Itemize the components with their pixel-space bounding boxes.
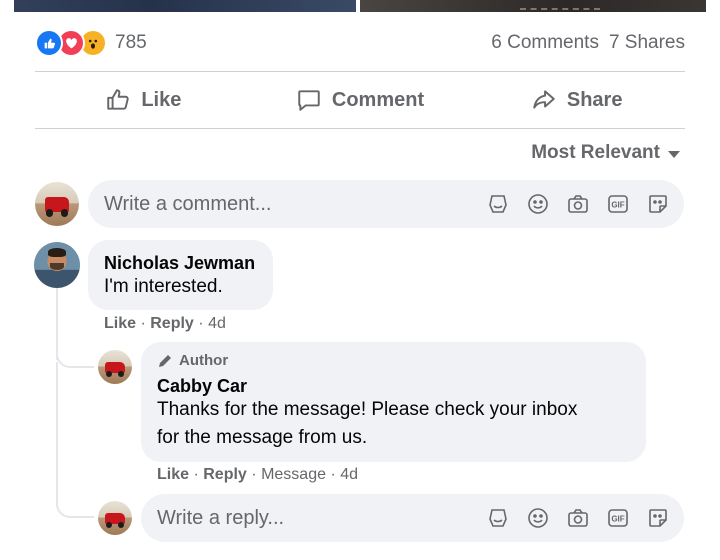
share-button[interactable]: Share xyxy=(468,74,685,126)
speech-bubble-icon xyxy=(298,90,320,111)
reactions-summary: 785 6 Comments 7 Shares xyxy=(35,28,685,58)
svg-text:GIF: GIF xyxy=(611,515,624,524)
shares-count-link[interactable]: 7 Shares xyxy=(609,32,685,54)
divider-bottom xyxy=(35,128,685,129)
reply-author-avatar[interactable] xyxy=(98,350,132,384)
like-button[interactable]: Like xyxy=(35,74,252,126)
like-reaction-icon xyxy=(35,29,63,57)
emoji-icon[interactable] xyxy=(526,506,550,530)
reply-composer-avatar[interactable] xyxy=(98,501,132,535)
comments-count-link[interactable]: 6 Comments xyxy=(491,32,599,54)
reply-message-link[interactable]: Message xyxy=(261,466,326,483)
reaction-icons[interactable] xyxy=(35,29,107,57)
gif-icon[interactable]: GIF xyxy=(606,192,630,216)
svg-text:GIF: GIF xyxy=(611,201,624,210)
comment-button[interactable]: Comment xyxy=(252,74,469,126)
sticker-icon[interactable] xyxy=(646,192,670,216)
caret-down-icon xyxy=(668,151,680,158)
post-photo-right[interactable] xyxy=(360,0,706,12)
share-arrow-icon xyxy=(533,90,555,109)
reply-reply-link[interactable]: Reply xyxy=(203,466,247,483)
emoji-icon[interactable] xyxy=(526,192,550,216)
comment-composer[interactable]: Write a comment... GIF xyxy=(88,180,684,228)
avatar-sticker-icon[interactable] xyxy=(486,192,510,216)
reply-like-link[interactable]: Like xyxy=(157,466,189,483)
divider-top xyxy=(35,71,685,72)
camera-icon[interactable] xyxy=(566,192,590,216)
reaction-count[interactable]: 785 xyxy=(115,32,147,54)
comment-author-name[interactable]: Nicholas Jewman xyxy=(104,253,255,274)
thumbs-up-icon xyxy=(107,89,129,110)
comment-bubble: Nicholas Jewman I'm interested. xyxy=(88,240,273,310)
share-button-label: Share xyxy=(566,88,623,111)
reply-author-name[interactable]: Cabby Car xyxy=(157,376,247,397)
comment-reply-link[interactable]: Reply xyxy=(150,315,194,332)
reply-text-line-2: for the message from us. xyxy=(157,427,368,448)
thread-branch-composer xyxy=(56,362,94,518)
commenter-avatar[interactable] xyxy=(34,242,80,288)
reply-timestamp[interactable]: 4d xyxy=(340,466,358,483)
reply-composer[interactable]: Write a reply... GIF xyxy=(141,494,684,542)
reply-input[interactable]: Write a reply... xyxy=(157,507,284,530)
author-badge-label: Author xyxy=(179,352,229,369)
comment-button-label: Comment xyxy=(331,88,425,111)
reply-bubble: Author Cabby Car Thanks for the message!… xyxy=(141,342,646,462)
camera-icon[interactable] xyxy=(566,506,590,530)
pencil-icon xyxy=(159,354,171,367)
comment-meta: Like · Reply · 4d xyxy=(104,315,226,332)
comment-timestamp[interactable]: 4d xyxy=(208,315,226,332)
sort-label: Most Relevant xyxy=(531,142,660,163)
post-photo-left[interactable] xyxy=(14,0,356,12)
post-action-bar: Like Comment Share xyxy=(35,74,685,126)
author-badge: Author xyxy=(157,352,228,369)
gif-icon[interactable]: GIF xyxy=(606,506,630,530)
comment-sort-dropdown[interactable]: Most Relevant xyxy=(531,142,680,164)
avatar-sticker-icon[interactable] xyxy=(486,506,510,530)
post-photo-strip[interactable] xyxy=(14,0,706,12)
comment-text: I'm interested. xyxy=(104,276,223,297)
comment-like-link[interactable]: Like xyxy=(104,315,136,332)
reply-meta: Like · Reply · Message · 4d xyxy=(157,466,359,483)
comment-input[interactable]: Write a comment... xyxy=(104,193,271,216)
like-button-label: Like xyxy=(141,88,182,111)
reply-text-line-1: Thanks for the message! Please check you… xyxy=(157,399,578,420)
current-user-avatar[interactable] xyxy=(35,182,79,226)
sticker-icon[interactable] xyxy=(646,506,670,530)
